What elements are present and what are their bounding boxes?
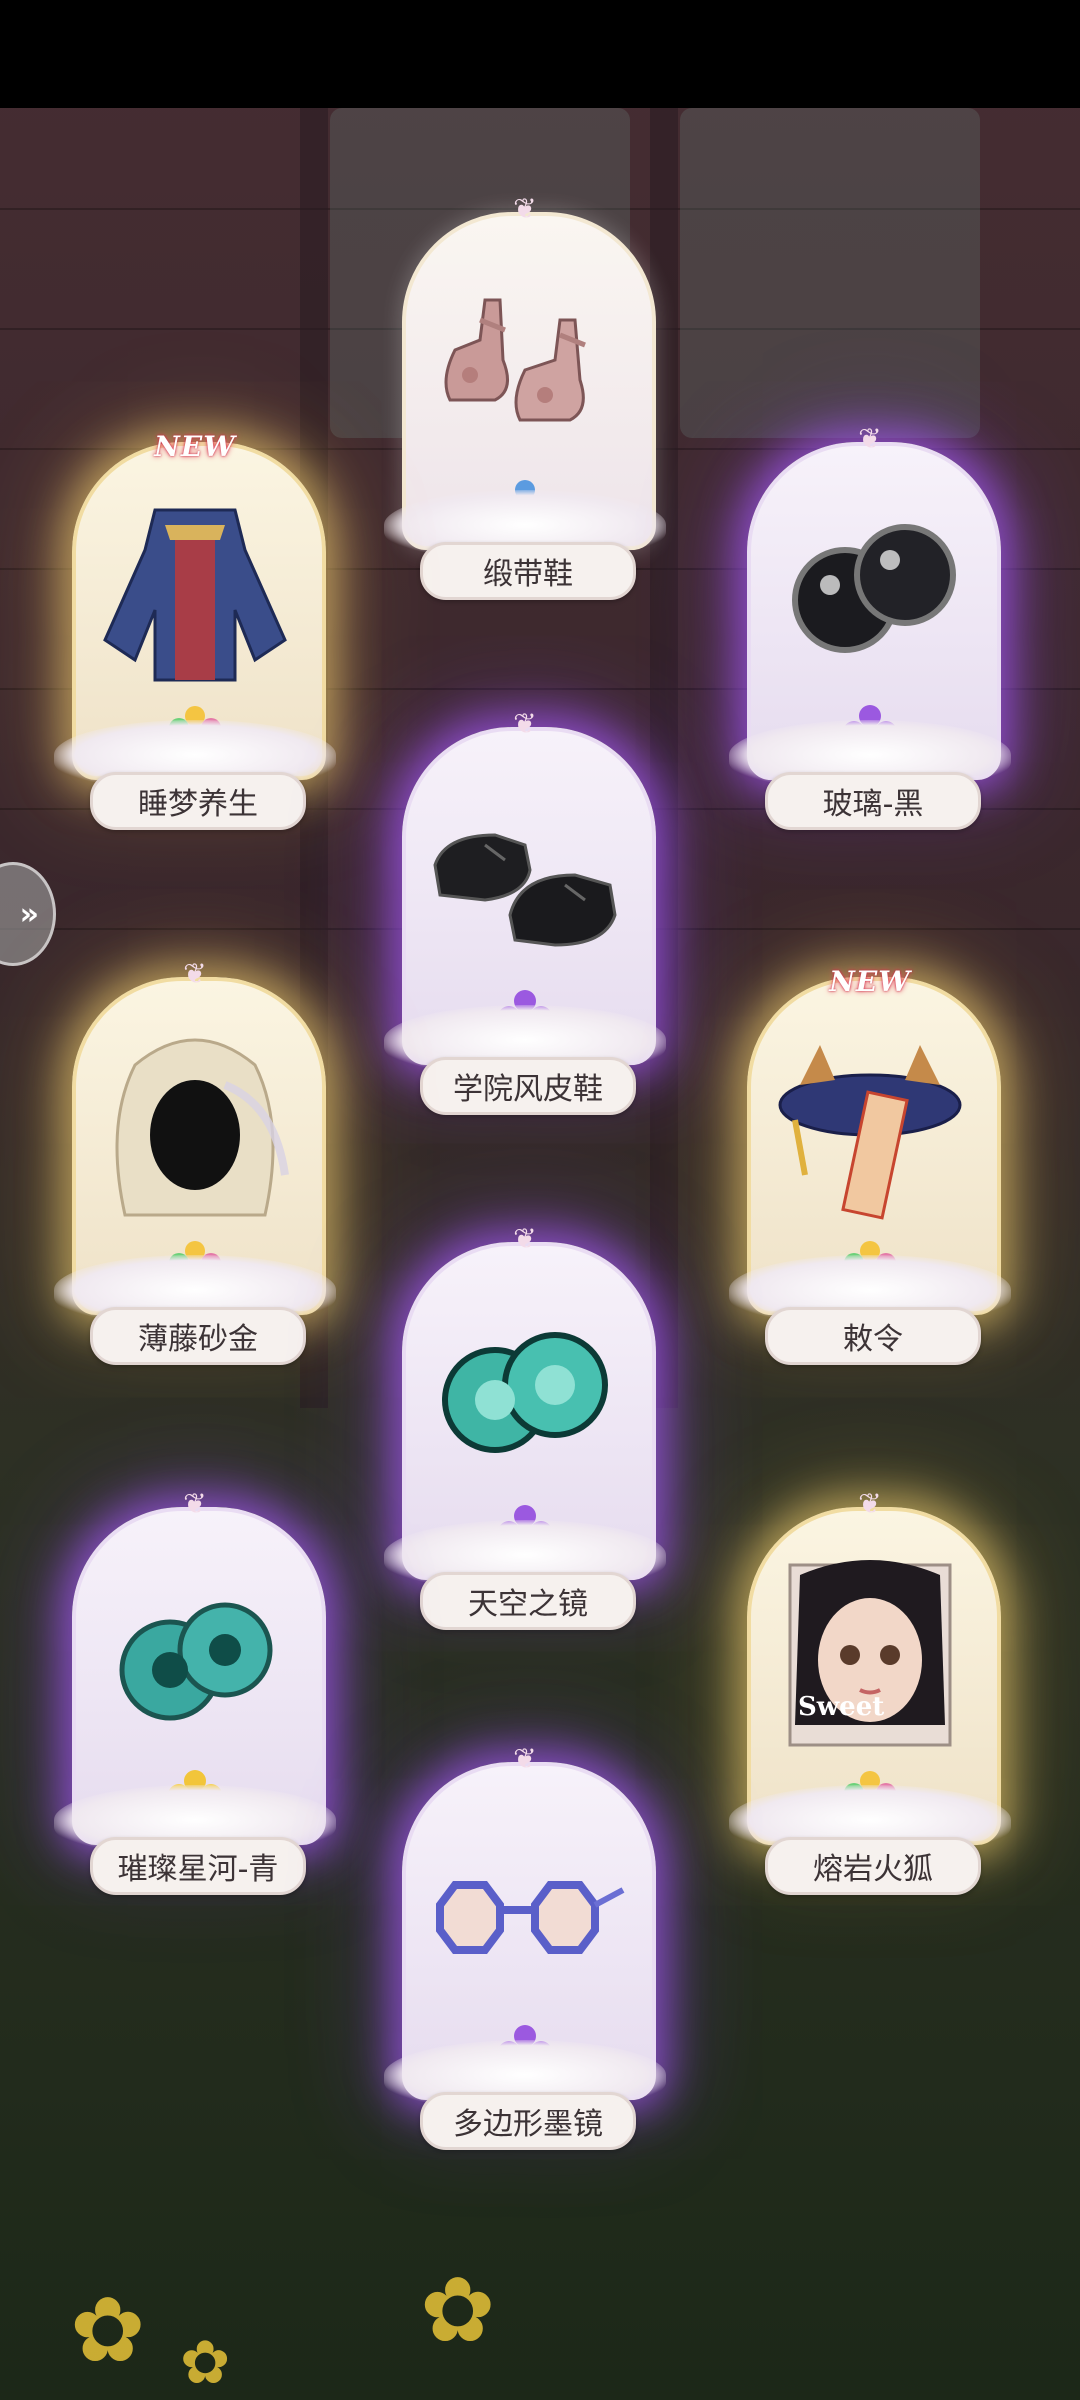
character-portrait-icon: Sweet xyxy=(788,1560,952,1747)
blonde-hairstyle-icon xyxy=(115,1038,289,1217)
flower-decoration-icon: ✿ xyxy=(420,2258,496,2363)
portrait-text: Sweet xyxy=(798,1692,884,1722)
item-card-sky-mirror[interactable]: ❦ 天空之镜 xyxy=(384,1220,666,1640)
item-name-label: 玻璃-黑 xyxy=(765,772,981,830)
blue-robe-outfit-icon xyxy=(103,508,287,682)
item-card-starriver-cyan[interactable]: ❦ 璀璨星河-青 xyxy=(54,1485,336,1905)
item-name-label: 多边形墨镜 xyxy=(420,2092,636,2150)
item-name-label: 熔岩火狐 xyxy=(765,1837,981,1895)
double-chevron-right-icon: » xyxy=(19,896,39,932)
bow-icon: ❦ xyxy=(183,1487,207,1520)
item-name-label: 睡梦养生 xyxy=(90,772,306,830)
item-name-label: 薄藤砂金 xyxy=(90,1307,306,1365)
bow-icon: ❦ xyxy=(513,1742,537,1775)
black-eyes-icon xyxy=(792,524,956,653)
item-name-label: 敕令 xyxy=(765,1307,981,1365)
item-name-label: 天空之镜 xyxy=(420,1572,636,1630)
item-card-glass-black[interactable]: ❦ 玻璃-黑 xyxy=(729,420,1011,840)
octagon-sunglasses-icon xyxy=(436,1881,625,1954)
bow-icon: ❦ xyxy=(513,192,537,225)
item-card-wisteria-gold[interactable]: ❦ 薄藤砂金 xyxy=(54,955,336,1375)
flower-decoration-icon: ✿ xyxy=(180,2328,231,2398)
item-name-label: 璀璨星河-青 xyxy=(90,1837,306,1895)
flower-decoration-icon: ✿ xyxy=(70,2278,146,2383)
item-card-imperial-order[interactable]: NEW 敕令 xyxy=(729,955,1011,1375)
new-badge: NEW xyxy=(829,965,911,998)
teal-eyes-icon xyxy=(442,1332,608,1453)
item-name-label: 缎带鞋 xyxy=(420,542,636,600)
item-name-label: 学院风皮鞋 xyxy=(420,1057,636,1115)
item-card-academy-leather-shoes[interactable]: ❦ 学院风皮鞋 xyxy=(384,705,666,1125)
bow-icon: ❦ xyxy=(513,1222,537,1255)
new-badge: NEW xyxy=(154,430,236,463)
item-card-lava-fox[interactable]: ❦ Sweet 熔岩火狐 xyxy=(729,1485,1011,1905)
cyan-eyes-icon xyxy=(119,1602,273,1721)
bow-icon: ❦ xyxy=(858,422,882,455)
item-card-sleep-dream[interactable]: NEW 睡梦养生 xyxy=(54,420,336,840)
black-leather-shoes-icon xyxy=(433,833,617,947)
bow-icon: ❦ xyxy=(513,707,537,740)
item-card-ribbon-shoes[interactable]: ❦ 缎带鞋 xyxy=(384,190,666,610)
status-bar xyxy=(0,0,1080,108)
pink-ribbon-shoes-icon xyxy=(444,298,586,422)
item-card-polygon-glasses[interactable]: ❦ 多边形墨镜 xyxy=(384,1740,666,2160)
bow-icon: ❦ xyxy=(858,1487,882,1520)
jiangshi-hat-icon xyxy=(778,1045,962,1220)
bow-icon: ❦ xyxy=(183,957,207,990)
